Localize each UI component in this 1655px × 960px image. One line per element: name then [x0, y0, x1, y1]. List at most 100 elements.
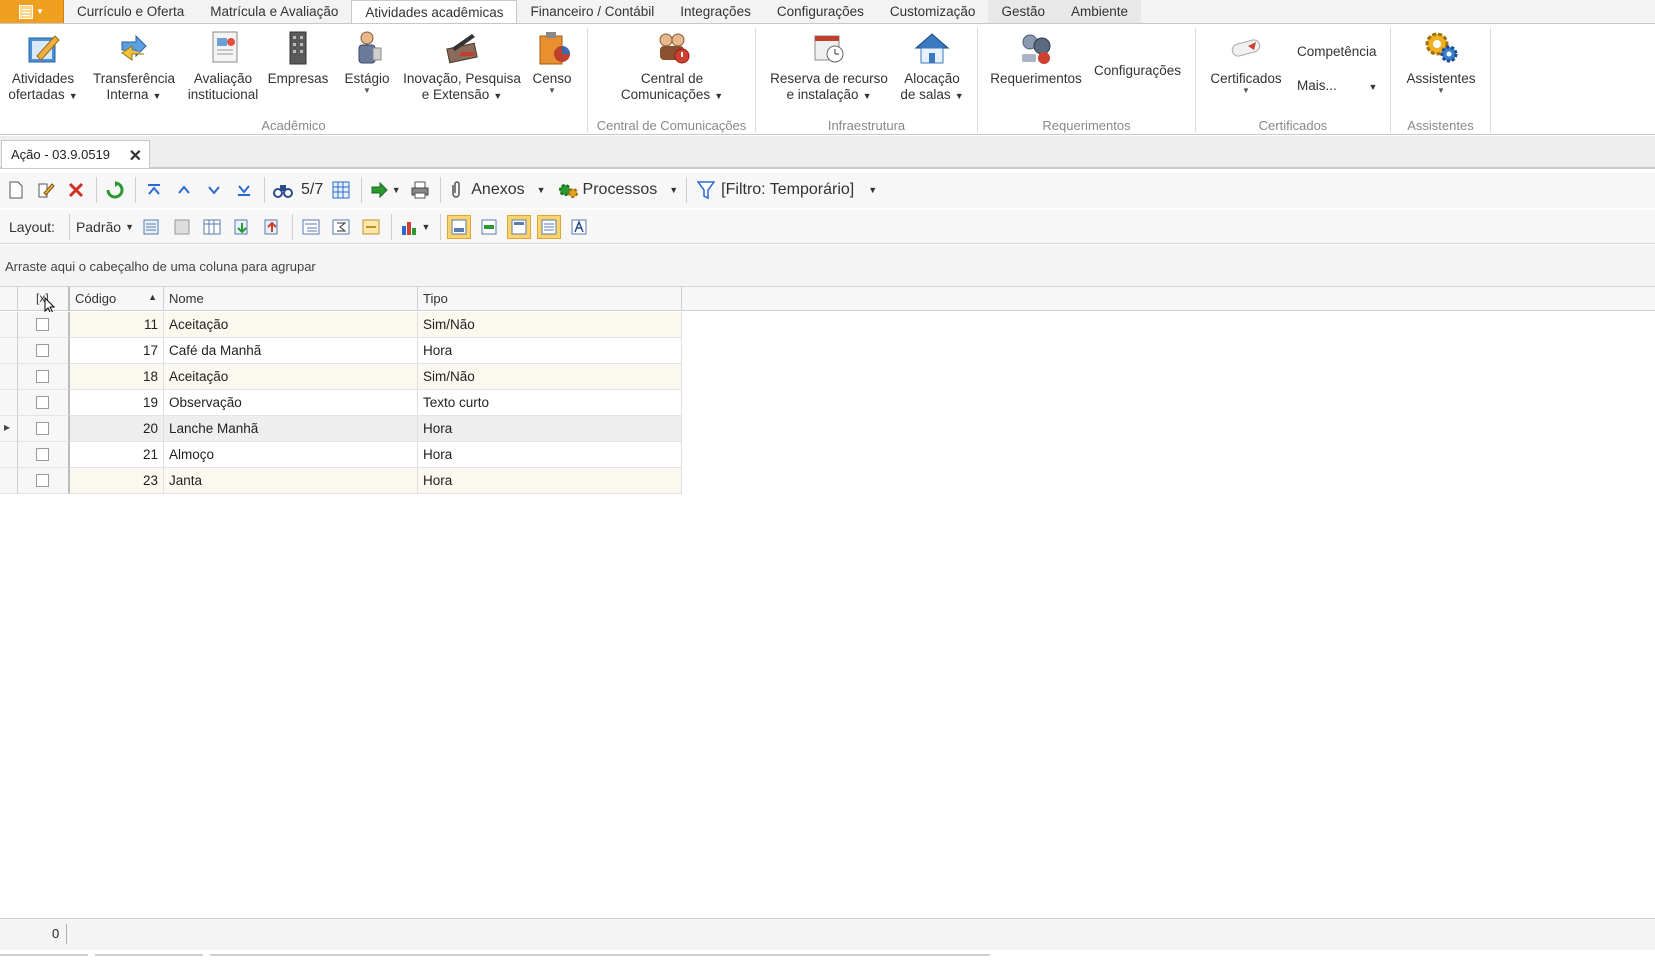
row-checkbox[interactable]	[36, 370, 49, 383]
inovacao-pesquisa-extensao-button[interactable]: Inovação, Pesquisa e Extensão ▼	[402, 28, 522, 104]
configuracoes-button[interactable]: Configurações	[1094, 63, 1181, 78]
cell-codigo[interactable]: 21	[70, 442, 164, 468]
view-option-2-button[interactable]	[477, 215, 501, 239]
export-button[interactable]: ▼	[368, 178, 402, 202]
cell-tipo[interactable]: Hora	[418, 468, 682, 494]
row-indicator[interactable]	[0, 442, 18, 468]
summary-button[interactable]	[329, 215, 353, 239]
cell-nome[interactable]: Janta	[164, 468, 418, 494]
empresas-button[interactable]: Empresas	[266, 28, 330, 87]
row-checkbox[interactable]	[36, 422, 49, 435]
layout-import-button[interactable]	[230, 215, 254, 239]
table-row[interactable]: 19 Observação Texto curto	[0, 390, 682, 416]
refresh-button[interactable]	[103, 178, 127, 202]
select-all-checkbox-header[interactable]: [x]	[18, 287, 70, 315]
print-button[interactable]	[408, 178, 432, 202]
table-row[interactable]: ▸ 20 Lanche Manhã Hora	[0, 416, 682, 442]
previous-record-button[interactable]	[172, 178, 196, 202]
column-header-tipo[interactable]: Tipo	[418, 287, 682, 311]
layout-select[interactable]: Padrão ▼	[76, 219, 134, 235]
cell-nome[interactable]: Café da Manhã	[164, 338, 418, 364]
cell-tipo[interactable]: Texto curto	[418, 390, 682, 416]
competencia-button[interactable]: Competência	[1297, 44, 1377, 59]
row-indicator[interactable]: ▸	[0, 416, 18, 442]
cell-codigo[interactable]: 23	[70, 468, 164, 494]
reserva-recurso-button[interactable]: Reserva de recurso e instalação ▼	[764, 28, 894, 104]
tab-integracoes[interactable]: Integrações	[667, 0, 764, 23]
transferencia-interna-button[interactable]: Transferência Interna ▼	[88, 28, 180, 104]
row-indicator[interactable]	[0, 312, 18, 338]
table-row[interactable]: 23 Janta Hora	[0, 468, 682, 494]
column-header-nome[interactable]: Nome	[164, 287, 418, 311]
cell-tipo[interactable]: Hora	[418, 442, 682, 468]
layout-delete-button[interactable]	[170, 215, 194, 239]
column-header-codigo[interactable]: Código ▲	[70, 287, 164, 311]
row-checkbox[interactable]	[36, 344, 49, 357]
cell-tipo[interactable]: Hora	[418, 416, 682, 442]
row-indicator[interactable]	[0, 390, 18, 416]
tab-ambiente[interactable]: Ambiente	[1057, 0, 1142, 23]
cell-codigo[interactable]: 18	[70, 364, 164, 390]
table-row[interactable]: 17 Café da Manhã Hora	[0, 338, 682, 364]
alocacao-salas-button[interactable]: Alocação de salas ▼	[894, 28, 970, 104]
grid-view-button[interactable]	[329, 178, 353, 202]
delete-record-button[interactable]	[64, 178, 88, 202]
filter-button[interactable]: [Filtro: Temporário] ▼	[697, 180, 877, 200]
row-checkbox[interactable]	[36, 448, 49, 461]
cell-codigo[interactable]: 20	[70, 416, 164, 442]
cell-nome[interactable]: Almoço	[164, 442, 418, 468]
row-checkbox[interactable]	[36, 474, 49, 487]
cell-codigo[interactable]: 11	[70, 312, 164, 338]
first-record-button[interactable]	[142, 178, 166, 202]
layout-columns-button[interactable]	[200, 215, 224, 239]
tab-financeiro-contabil[interactable]: Financeiro / Contábil	[517, 0, 667, 23]
atividades-ofertadas-button[interactable]: Atividades ofertadas ▼	[4, 28, 82, 104]
estagio-button[interactable]: Estágio ▼	[336, 28, 398, 95]
row-checkbox[interactable]	[36, 318, 49, 331]
format-button[interactable]	[359, 215, 383, 239]
assistentes-button[interactable]: Assistentes ▼	[1398, 28, 1484, 95]
tab-customizacao[interactable]: Customização	[877, 0, 989, 23]
document-tab-acao[interactable]: Ação - 03.9.0519 ✕	[1, 140, 150, 168]
table-row[interactable]: 11 Aceitação Sim/Não	[0, 312, 682, 338]
search-button[interactable]	[271, 178, 295, 202]
cell-nome[interactable]: Aceitação	[164, 312, 418, 338]
row-indicator[interactable]	[0, 364, 18, 390]
anexos-button[interactable]: Anexos ▼	[447, 181, 546, 199]
row-indicator[interactable]	[0, 468, 18, 494]
chart-button[interactable]: ▼	[398, 215, 432, 239]
censo-button[interactable]: Censo ▼	[526, 28, 578, 95]
close-icon[interactable]: ✕	[129, 146, 142, 166]
edit-record-button[interactable]	[34, 178, 58, 202]
cell-tipo[interactable]: Sim/Não	[418, 364, 682, 390]
group-by-button[interactable]	[299, 215, 323, 239]
cell-nome[interactable]: Aceitação	[164, 364, 418, 390]
central-comunicacoes-button[interactable]: Central de Comunicações ▼	[604, 28, 740, 104]
layout-save-button[interactable]	[140, 215, 164, 239]
last-record-button[interactable]	[232, 178, 256, 202]
tab-gestao[interactable]: Gestão	[988, 0, 1058, 23]
table-row[interactable]: 18 Aceitação Sim/Não	[0, 364, 682, 390]
application-menu-button[interactable]: ▼	[0, 0, 64, 23]
cell-tipo[interactable]: Hora	[418, 338, 682, 364]
view-option-3-button[interactable]	[507, 214, 532, 239]
layout-export-button[interactable]	[260, 215, 284, 239]
group-by-panel[interactable]: Arraste aqui o cabeçalho de uma coluna p…	[0, 245, 1655, 287]
tab-configuracoes[interactable]: Configurações	[764, 0, 877, 23]
mais-button[interactable]: Mais... ▼	[1297, 78, 1377, 93]
cell-nome[interactable]: Observação	[164, 390, 418, 416]
cell-nome[interactable]: Lanche Manhã	[164, 416, 418, 442]
cell-codigo[interactable]: 17	[70, 338, 164, 364]
next-record-button[interactable]	[202, 178, 226, 202]
tab-curriculo-oferta[interactable]: Currículo e Oferta	[64, 0, 197, 23]
table-row[interactable]: 21 Almoço Hora	[0, 442, 682, 468]
view-option-1-button[interactable]	[447, 214, 472, 239]
processos-button[interactable]: Processos ▼	[558, 181, 678, 199]
font-button[interactable]	[567, 215, 591, 239]
cell-tipo[interactable]: Sim/Não	[418, 312, 682, 338]
cell-codigo[interactable]: 19	[70, 390, 164, 416]
certificados-button[interactable]: Certificados ▼	[1206, 28, 1286, 95]
view-option-4-button[interactable]	[537, 214, 562, 239]
tab-atividades-academicas[interactable]: Atividades acadêmicas	[351, 0, 518, 24]
new-record-button[interactable]	[4, 178, 28, 202]
